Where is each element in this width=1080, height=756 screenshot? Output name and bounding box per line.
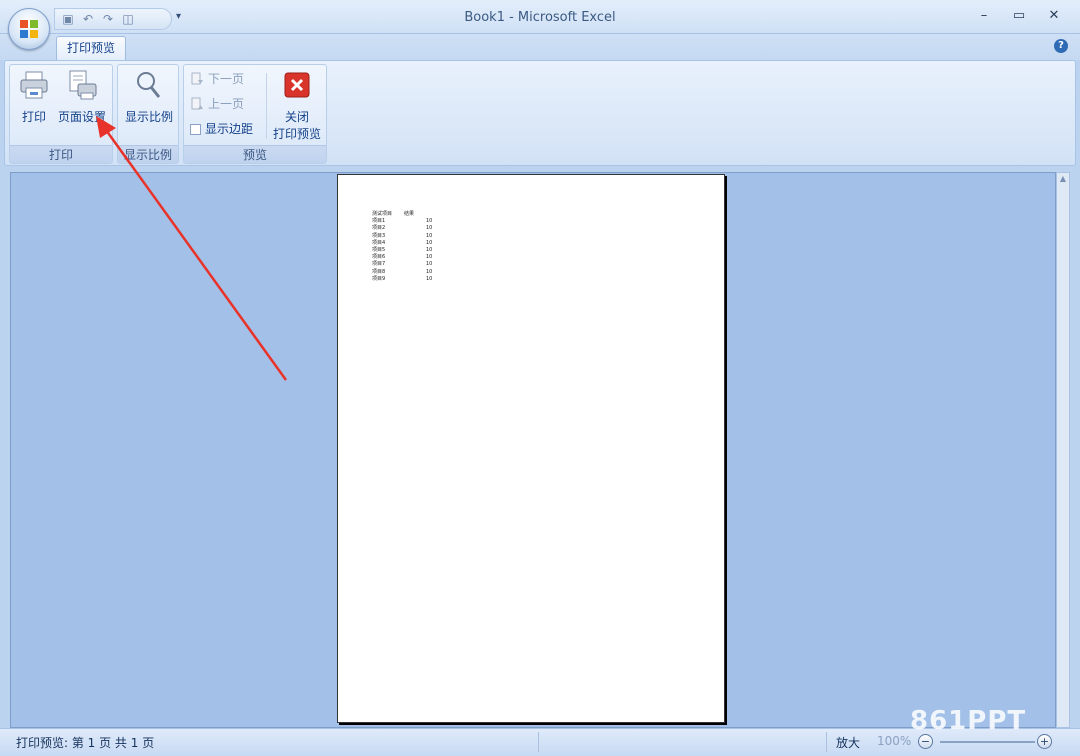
group-print-label: 打印: [10, 145, 112, 163]
sheet-row: 项目4 10: [372, 239, 433, 247]
close-window-button[interactable]: ✕: [1042, 8, 1066, 23]
sheet-cell: 项目9: [372, 275, 386, 282]
office-button[interactable]: [8, 8, 50, 50]
close-preview-label-line1: 关闭: [284, 110, 309, 124]
show-margins-check-box[interactable]: [190, 123, 201, 135]
sheet-cell: 项目1: [372, 218, 386, 225]
maximize-button[interactable]: ▭: [1007, 8, 1031, 23]
ribbon: 打印 页面设置 打印 显示比例 显示比例 下一页 上一页 显示边距 关闭 打印预…: [4, 60, 1076, 166]
sheet-cell: 项目3: [372, 232, 386, 239]
next-page-icon: [191, 72, 203, 85]
print-button-label: 打印: [21, 110, 46, 124]
page-setup-icon: [69, 70, 97, 100]
next-page-label: 下一页: [208, 72, 245, 86]
status-divider: [538, 732, 539, 752]
sheet-cell: 项目2: [372, 225, 386, 232]
close-print-preview-button[interactable]: 关闭 打印预览: [270, 69, 324, 142]
sheet-cell: 10: [426, 232, 433, 239]
sheet-cell: 10: [426, 225, 433, 232]
show-margins-label: 显示边距: [205, 122, 254, 136]
sheet-row: 项目1 10: [372, 218, 433, 225]
print-button[interactable]: 打印: [16, 69, 52, 125]
group-print: 打印 页面设置 打印: [9, 64, 113, 164]
status-divider: [826, 732, 827, 752]
zoom-level[interactable]: 100%: [877, 734, 911, 748]
group-preview: 下一页 上一页 显示边距 关闭 打印预览 预览: [183, 64, 327, 164]
preview-divider: [266, 73, 267, 139]
sheet-cell: 10: [426, 254, 433, 261]
sheet-cell: 项目8: [372, 268, 386, 275]
preview-page: 测试项目 结果 项目1 10 项目2 10 项目3 10 项目4 10 项目5 10 项目…: [337, 174, 725, 723]
zoom-button[interactable]: 显示比例: [122, 69, 176, 125]
status-page-info: 打印预览: 第 1 页 共 1 页: [16, 736, 155, 750]
page-setup-button[interactable]: 页面设置: [56, 69, 108, 125]
sheet-row: 项目2 10: [372, 225, 433, 232]
sheet-row: 项目7 10: [372, 261, 433, 268]
sheet-cell: 项目5: [372, 247, 386, 254]
window-title: Book1 - Microsoft Excel: [464, 10, 616, 25]
sheet-cell: 10: [426, 261, 433, 268]
sheet-cell: 项目7: [372, 261, 386, 268]
sheet-cell: 项目4: [372, 239, 386, 246]
close-preview-label-line2: 打印预览: [272, 127, 321, 141]
zoom-button-label: 显示比例: [124, 110, 173, 124]
group-zoom: 显示比例 显示比例: [117, 64, 179, 164]
zoom-out-button[interactable]: −: [918, 734, 933, 749]
sheet-row: 项目3 10: [372, 232, 433, 240]
scroll-up-icon[interactable]: ▲: [1057, 173, 1069, 185]
zoom-slider[interactable]: [940, 741, 1035, 743]
group-preview-label: 预览: [184, 145, 326, 163]
previous-page-icon: [191, 97, 203, 110]
sheet-cell: 10: [426, 218, 433, 225]
zoom-in-button[interactable]: +: [1037, 734, 1052, 749]
sheet-cell: 10: [426, 247, 433, 254]
ribbon-tab-row: [0, 34, 1080, 60]
page-setup-button-label: 页面设置: [57, 110, 106, 124]
group-zoom-label: 显示比例: [118, 145, 178, 163]
sheet-content: 测试项目 结果 项目1 10 项目2 10 项目3 10 项目4 10 项目5 10 项目…: [372, 211, 433, 283]
show-margins-checkbox[interactable]: 显示边距: [190, 119, 253, 139]
vertical-scrollbar[interactable]: ▲: [1056, 172, 1070, 728]
magnifier-icon: [137, 72, 161, 98]
title-bar: ▣ ↶ ↷ ◫ ▾ Book1 - Microsoft Excel – ▭ ✕: [0, 0, 1080, 34]
help-icon[interactable]: ?: [1054, 39, 1068, 53]
minimize-button[interactable]: –: [972, 8, 996, 23]
zoom-in-label[interactable]: 放大: [836, 734, 860, 751]
previous-page-label: 上一页: [208, 97, 245, 111]
watermark-logo: 861PPT: [910, 706, 1027, 736]
sheet-row: 项目9 10: [372, 275, 433, 283]
tab-print-preview[interactable]: 打印预览: [56, 36, 126, 60]
sheet-header-cell: 结果: [404, 211, 415, 217]
sheet-cell: 10: [426, 239, 433, 246]
sheet-row: 项目6 10: [372, 254, 433, 261]
printer-icon: [20, 71, 48, 99]
sheet-row: 项目5 10: [372, 247, 433, 254]
sheet-header-cell: 测试项目: [372, 211, 393, 217]
next-page-button[interactable]: 下一页: [190, 69, 244, 89]
previous-page-button[interactable]: 上一页: [190, 94, 244, 114]
sheet-header-row: 测试项目 结果: [372, 211, 428, 218]
sheet-row: 项目8 10: [372, 268, 433, 276]
close-preview-icon: [284, 72, 310, 98]
sheet-cell: 10: [426, 268, 433, 275]
sheet-cell: 项目6: [372, 254, 386, 261]
sheet-cell: 10: [426, 275, 433, 282]
office-logo-icon: [20, 20, 38, 38]
